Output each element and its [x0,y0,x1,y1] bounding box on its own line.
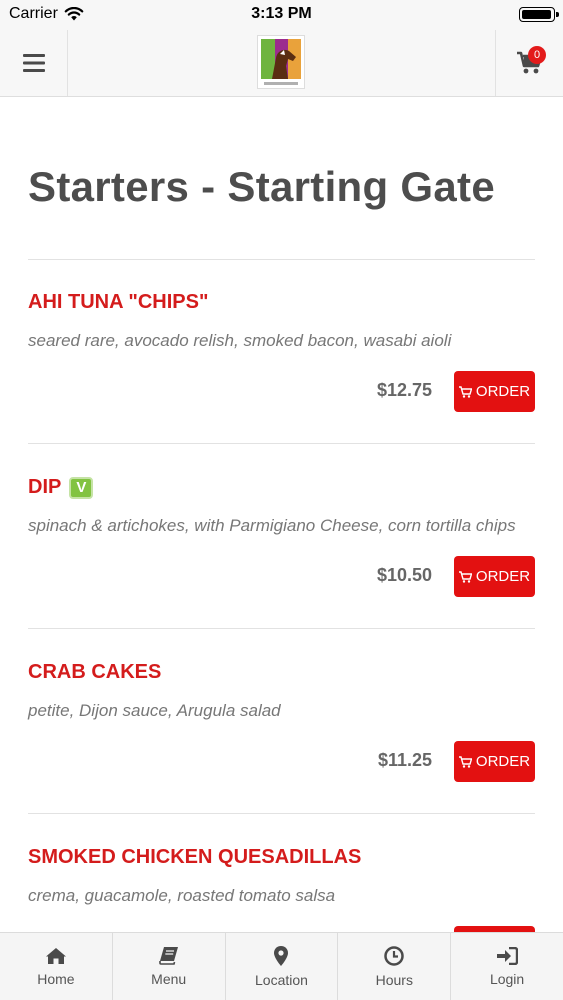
battery-icon [519,7,559,22]
tab-menu[interactable]: Menu [113,933,226,1000]
item-price: $10.50 [376,565,432,585]
order-label: ORDER [475,383,531,400]
map-pin-icon [274,945,289,966]
vegetarian-badge: V [69,476,94,499]
order-button[interactable]: ORDER [454,556,535,597]
tab-location[interactable]: Location [226,933,339,1000]
cart-icon [458,385,472,398]
restaurant-logo [257,35,305,89]
tab-label: Login [489,970,525,987]
item-description: seared rare, avocado relish, smoked baco… [28,331,452,350]
order-button[interactable]: ORDER [454,741,535,782]
tab-hours[interactable]: Hours [338,933,452,1000]
cart-icon [458,755,472,768]
home-icon [45,947,66,964]
item-description: spinach & artichokes, with Parmigiano Ch… [28,516,516,535]
tab-label: Hours [375,971,413,988]
tab-label: Location [255,971,308,988]
tab-label: Menu [151,971,187,987]
order-button[interactable]: ORDER [454,371,535,412]
item-name[interactable]: CRAB CAKES [28,661,535,684]
cart-button[interactable]: 0 [495,30,563,96]
item-name[interactable]: AHI TUNA "CHIPS" [28,291,535,314]
status-bar: Carrier 3:13 PM [0,0,563,30]
item-description: petite, Dijon sauce, Arugula salad [28,701,281,720]
battery-level [522,10,551,19]
cart-icon [458,570,472,583]
book-icon [158,947,178,965]
app-header: 0 [0,30,563,97]
horse-logo-icon [261,39,301,85]
cart-count-badge: 0 [528,46,546,64]
clock-icon [384,945,405,966]
item-price: $12.75 [376,380,432,400]
divider [28,443,535,444]
menu-item: CRAB CAKES petite, Dijon sauce, Arugula … [28,661,535,782]
divider [28,259,535,260]
item-name[interactable]: DIP V [28,476,535,499]
tab-login[interactable]: Login [451,933,563,1000]
menu-item: AHI TUNA "CHIPS" seared rare, avocado re… [28,291,535,412]
page-title: Starters - Starting Gate [28,163,495,210]
bottom-tab-bar: Home Menu Location Hours Login [0,932,563,1000]
divider [28,813,535,814]
status-time: 3:13 PM [251,5,312,22]
item-description: crema, guacamole, roasted tomato salsa [28,886,336,905]
tab-home[interactable]: Home [0,933,113,1000]
order-label: ORDER [475,753,531,770]
hamburger-icon [22,54,45,72]
menu-item: SMOKED CHICKEN QUESADILLAS crema, guacam… [28,846,535,967]
menu-item: DIP V spinach & artichokes, with Parmigi… [28,476,535,597]
item-name[interactable]: SMOKED CHICKEN QUESADILLAS [28,846,535,869]
login-icon [497,946,519,965]
order-label: ORDER [475,568,531,585]
item-price: $11.25 [377,750,432,770]
menu-button[interactable] [0,30,68,96]
divider [28,628,535,629]
tab-label: Home [37,970,75,987]
